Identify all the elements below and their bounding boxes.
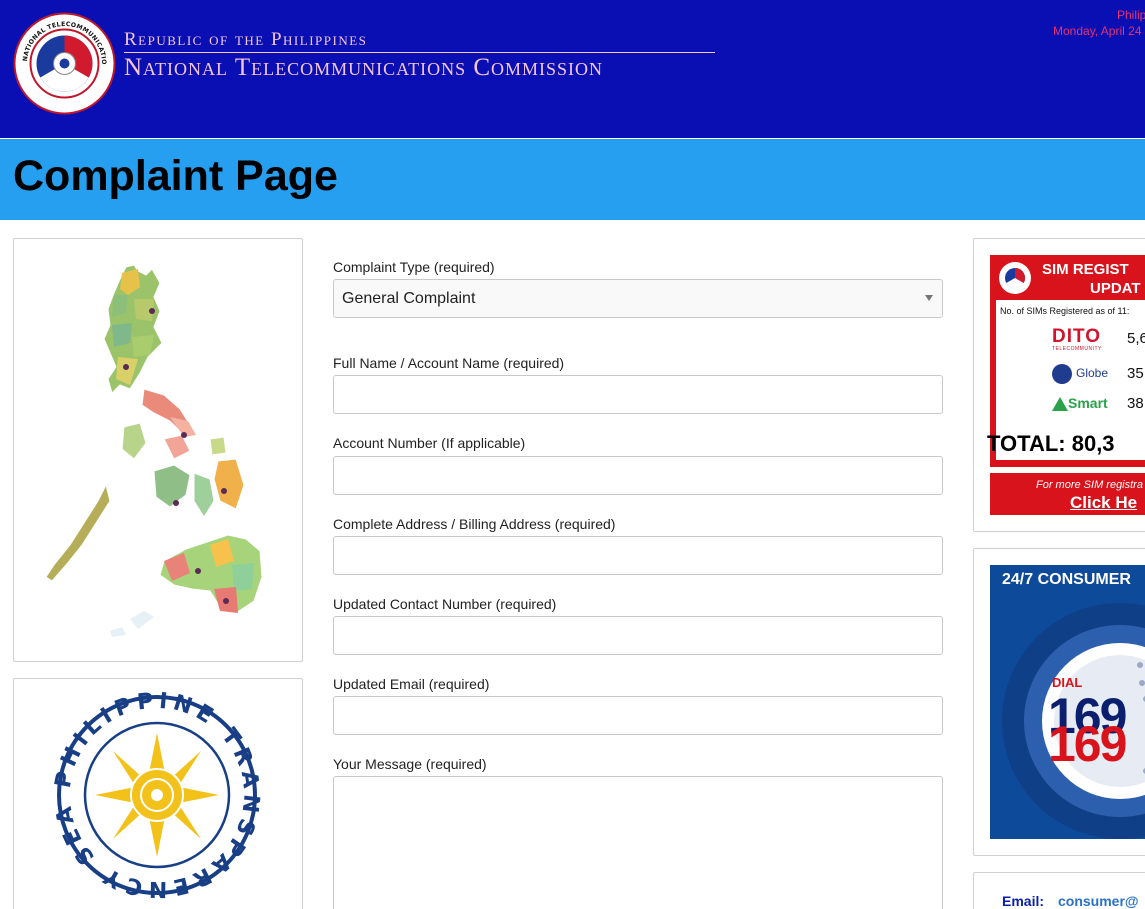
full-name-label: Full Name / Account Name (required) <box>333 355 565 371</box>
message-textarea[interactable] <box>333 776 943 909</box>
header-agency-title: National Telecommunications Commission <box>124 54 604 81</box>
chevron-down-icon <box>925 295 933 301</box>
dito-logo-icon: DITO <box>1052 326 1102 347</box>
complaint-type-value: General Complaint <box>342 290 476 307</box>
address-input[interactable] <box>333 536 943 575</box>
full-name-input[interactable] <box>333 375 943 414</box>
consumer-hotline-panel: 24/7 CONSUMER DIAL 169 169 <box>973 548 1145 856</box>
page-title-bar: Complaint Page <box>0 139 1145 220</box>
smart-count: 38 <box>1127 395 1144 412</box>
transparency-seal-icon[interactable]: PHILIPPINE TRANSPARENCY SEAL <box>4 660 304 909</box>
telco-row-smart: Smart 38 <box>996 393 1145 419</box>
ntc-small-logo-icon <box>999 262 1031 294</box>
page-title: Complaint Page <box>13 152 338 200</box>
current-date: Monday, April 24 <box>1053 24 1142 38</box>
dito-subtitle: TELECOMMUNITY <box>1052 346 1102 352</box>
smart-name: Smart <box>1068 395 1108 411</box>
globe-count: 35 <box>1127 365 1144 382</box>
contact-email-label: Email: <box>1002 893 1045 909</box>
contact-number-label: Updated Contact Number (required) <box>333 596 557 612</box>
dito-count: 5,6 <box>1127 330 1145 347</box>
sim-heading-line2: UPDAT <box>1090 280 1141 297</box>
site-header: NATIONAL TELECOMMUNICATIONS COMMISSION R… <box>0 0 1145 138</box>
hotline-heading: 24/7 CONSUMER <box>1002 571 1131 588</box>
page: NATIONAL TELECOMMUNICATIONS COMMISSION R… <box>0 0 1145 909</box>
complaint-type-select[interactable]: General Complaint <box>333 279 943 318</box>
globe-name: Globe <box>1076 366 1109 380</box>
telco-row-globe: Globe 35 <box>996 362 1145 388</box>
email-input[interactable] <box>333 696 943 735</box>
sim-more-text: For more SIM registra <box>1036 479 1143 491</box>
sim-as-of-text: No. of SIMs Registered as of 11: <box>1000 306 1130 316</box>
account-number-label: Account Number (If applicable) <box>333 435 526 451</box>
smart-logo-icon <box>1052 397 1068 411</box>
contact-number-input[interactable] <box>333 616 943 655</box>
contact-email-link[interactable]: consumer@ <box>1058 893 1139 909</box>
transparency-seal-panel: PHILIPPINE TRANSPARENCY SEAL <box>4 660 304 909</box>
sim-registration-panel: SIM REGIST UPDAT No. of SIMs Registered … <box>973 238 1145 532</box>
email-label: Updated Email (required) <box>333 676 490 692</box>
hotline-number-shadow: 169 <box>1048 716 1127 772</box>
address-label: Complete Address / Billing Address (requ… <box>333 516 616 532</box>
sim-click-here-link[interactable]: Click He <box>1070 493 1137 513</box>
header-republic-title: Republic of the Philippines <box>124 29 368 50</box>
complaint-type-label: Complaint Type (required) <box>333 259 495 275</box>
consumer-hotline-card[interactable]: 24/7 CONSUMER DIAL 169 169 <box>990 565 1145 839</box>
sim-total: TOTAL: 80,3 <box>987 431 1115 456</box>
globe-logo-icon <box>1052 364 1072 384</box>
philippines-map-panel <box>13 238 303 662</box>
telco-row-dito: DITO TELECOMMUNITY 5,6 <box>996 326 1145 352</box>
header-divider <box>124 52 715 53</box>
sim-more-banner[interactable]: For more SIM registra Click He <box>990 473 1145 515</box>
message-label: Your Message (required) <box>333 756 487 772</box>
account-number-input[interactable] <box>333 456 943 495</box>
philippines-map-icon[interactable] <box>14 239 304 663</box>
sim-heading-line1: SIM REGIST <box>1042 261 1129 278</box>
ntc-logo-icon[interactable]: NATIONAL TELECOMMUNICATIONS COMMISSION <box>13 12 116 115</box>
pst-label: Philip <box>1117 8 1145 22</box>
contact-email-panel: Email: consumer@ <box>973 872 1145 909</box>
